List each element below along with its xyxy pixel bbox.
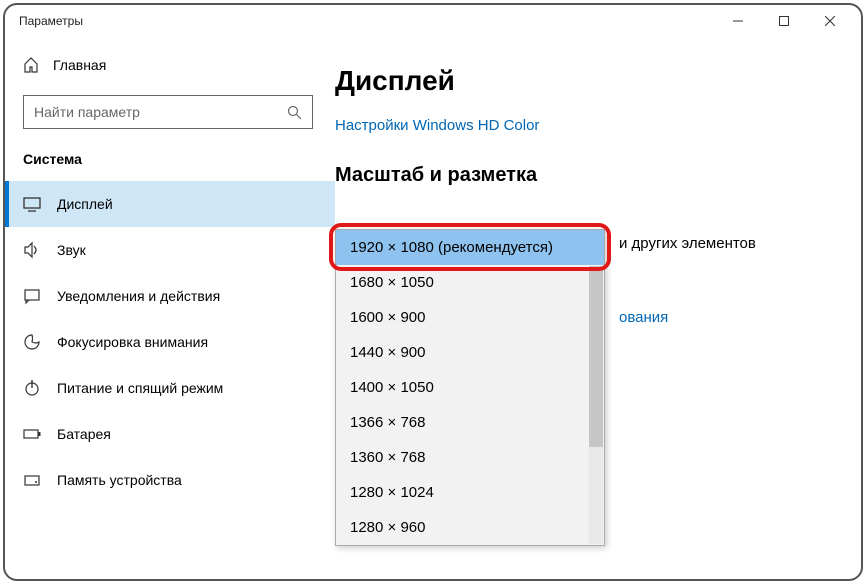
dropdown-option[interactable]: 1440 × 900 bbox=[336, 335, 604, 370]
search-input[interactable]: Найти параметр bbox=[23, 95, 313, 129]
sidebar-item-label: Звук bbox=[57, 242, 86, 258]
close-button[interactable] bbox=[807, 6, 853, 36]
window-controls bbox=[715, 6, 853, 36]
sidebar-item-label: Память устройства bbox=[57, 472, 182, 488]
dropdown-option[interactable]: 1366 × 768 bbox=[336, 405, 604, 440]
home-icon bbox=[23, 57, 39, 73]
sidebar-item-label: Уведомления и действия bbox=[57, 288, 220, 304]
sound-icon bbox=[23, 241, 41, 259]
minimize-button[interactable] bbox=[715, 6, 761, 36]
partial-label-right: и других элементов bbox=[619, 235, 756, 252]
dropdown-option[interactable]: 1400 × 1050 bbox=[336, 370, 604, 405]
dropdown-scrollbar[interactable] bbox=[589, 266, 603, 544]
sidebar: Главная Найти параметр Система Дисплей З… bbox=[5, 37, 335, 579]
sidebar-item-focus[interactable]: Фокусировка внимания bbox=[5, 319, 335, 365]
dropdown-option[interactable]: 1280 × 960 bbox=[336, 510, 604, 545]
sidebar-item-storage[interactable]: Память устройства bbox=[5, 457, 335, 503]
sidebar-item-display[interactable]: Дисплей bbox=[5, 181, 335, 227]
scrollbar-thumb[interactable] bbox=[589, 266, 603, 447]
category-header: Система bbox=[5, 151, 335, 181]
dropdown-option[interactable]: 1920 × 1080 (рекомендуется) bbox=[336, 230, 604, 265]
partial-link[interactable]: ования bbox=[619, 309, 668, 326]
main-panel: Дисплей Настройки Windows HD Color Масшт… bbox=[335, 37, 861, 579]
titlebar: Параметры bbox=[5, 5, 861, 37]
maximize-button[interactable] bbox=[761, 6, 807, 36]
home-link[interactable]: Главная bbox=[5, 51, 335, 79]
storage-icon bbox=[23, 471, 41, 489]
dropdown-option[interactable]: 1360 × 768 bbox=[336, 440, 604, 475]
power-icon bbox=[23, 379, 41, 397]
sidebar-item-sound[interactable]: Звук bbox=[5, 227, 335, 273]
window-title: Параметры bbox=[19, 14, 83, 28]
hd-color-link[interactable]: Настройки Windows HD Color bbox=[335, 117, 849, 134]
sidebar-item-power[interactable]: Питание и спящий режим bbox=[5, 365, 335, 411]
dropdown-option[interactable]: 1280 × 1024 bbox=[336, 475, 604, 510]
window: Параметры Главная Найти параметр Система… bbox=[3, 3, 863, 581]
notifications-icon bbox=[23, 287, 41, 305]
sidebar-item-label: Фокусировка внимания bbox=[57, 334, 208, 350]
dropdown-option[interactable]: 1680 × 1050 bbox=[336, 265, 604, 300]
battery-icon bbox=[23, 425, 41, 443]
section-title: Масштаб и разметка bbox=[335, 164, 849, 187]
search-icon bbox=[287, 105, 302, 120]
search-placeholder: Найти параметр bbox=[34, 104, 140, 120]
sidebar-item-label: Питание и спящий режим bbox=[57, 380, 223, 396]
page-title: Дисплей bbox=[335, 65, 849, 97]
dropdown-option[interactable]: 1600 × 900 bbox=[336, 300, 604, 335]
content: Главная Найти параметр Система Дисплей З… bbox=[5, 37, 861, 579]
sidebar-item-label: Батарея bbox=[57, 426, 111, 442]
sidebar-item-label: Дисплей bbox=[57, 196, 113, 212]
resolution-dropdown: 1920 × 1080 (рекомендуется) 1680 × 1050 … bbox=[335, 229, 605, 546]
display-icon bbox=[23, 195, 41, 213]
home-label: Главная bbox=[53, 57, 106, 73]
sidebar-item-battery[interactable]: Батарея bbox=[5, 411, 335, 457]
sidebar-item-notifications[interactable]: Уведомления и действия bbox=[5, 273, 335, 319]
focus-icon bbox=[23, 333, 41, 351]
